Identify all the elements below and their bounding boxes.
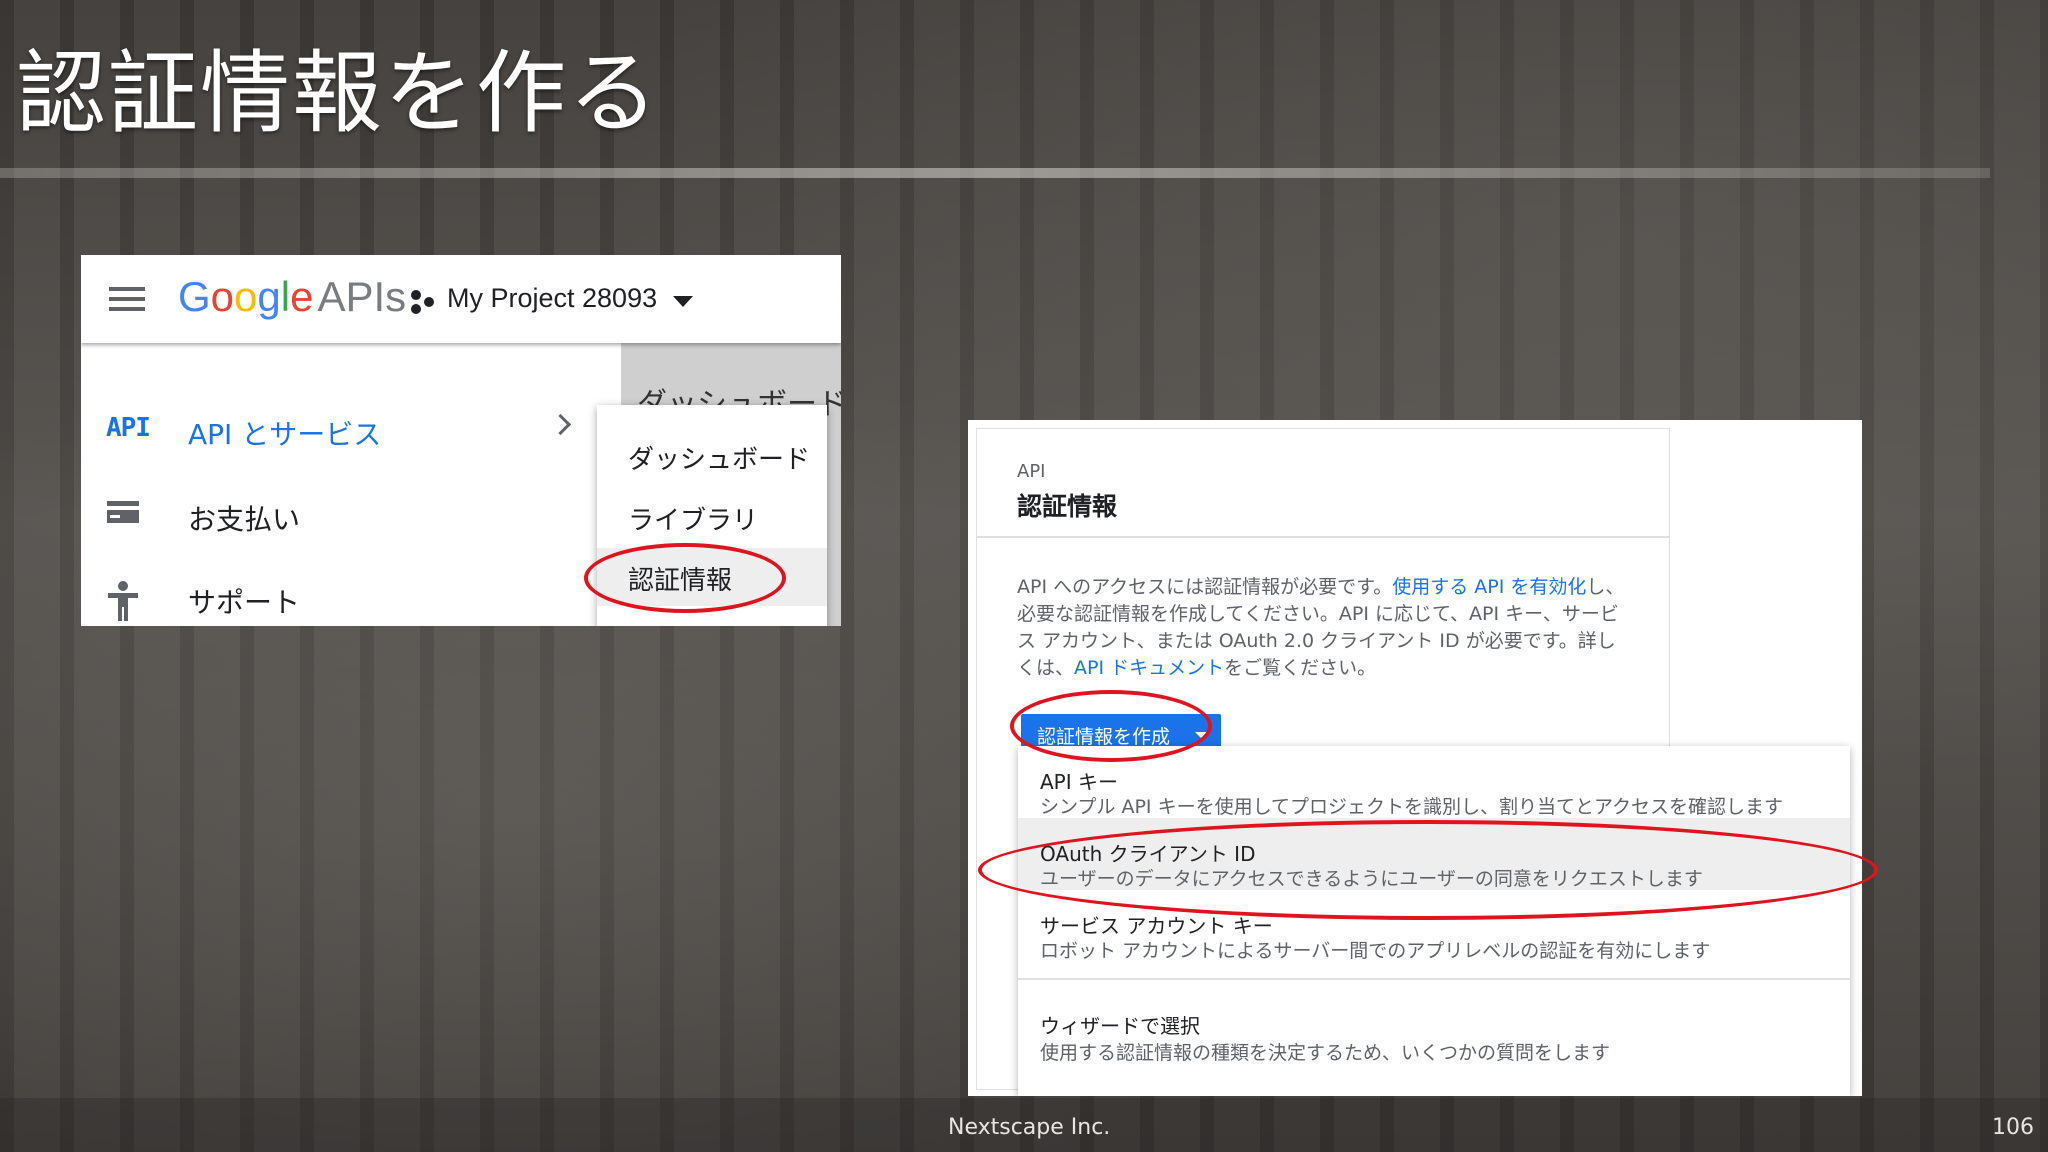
caret-down-icon <box>1195 732 1207 738</box>
apis-wordmark: APIs <box>317 273 407 320</box>
enable-api-link[interactable]: 使用する API を有効化 <box>1392 576 1586 598</box>
menu-item-service-account-key[interactable]: サービス アカウント キー ロボット アカウントによるサーバー間でのアプリレベル… <box>1018 890 1850 978</box>
submenu-item-dashboard[interactable]: ダッシュボード <box>597 427 827 485</box>
menu-item-title: API キー <box>1040 770 1118 794</box>
menu-item-title: OAuth クライアント ID <box>1040 842 1256 866</box>
console-header: GoogleAPIs My Project 28093 <box>81 255 841 343</box>
project-selector[interactable]: My Project 28093 <box>447 283 657 314</box>
api-docs-link[interactable]: API ドキュメント <box>1074 657 1224 679</box>
submenu-item-label: ライブラリ <box>628 506 759 536</box>
slide-title: 認証情報を作る <box>16 41 660 146</box>
submenu-item-label: ダッシュボード <box>628 445 811 475</box>
caret-down-icon[interactable] <box>673 296 693 307</box>
create-credentials-menu: API キー シンプル API キーを使用してプロジェクトを識別し、割り当てとア… <box>1018 746 1850 1096</box>
credentials-page-screenshot: API 認証情報 API へのアクセスには認証情報が必要です。使用する API … <box>968 420 1862 1096</box>
nav-item-support[interactable]: サポート <box>81 563 621 626</box>
menu-item-api-key[interactable]: API キー シンプル API キーを使用してプロジェクトを識別し、割り当てとア… <box>1018 746 1850 818</box>
menu-item-wizard[interactable]: ウィザードで選択 使用する認証情報の種類を決定するため、いくつかの質問をします <box>1018 980 1850 1090</box>
description-text: をご覧ください。 <box>1224 657 1377 679</box>
breadcrumb: API <box>1017 461 1046 482</box>
nav-item-label: API とサービス <box>188 418 382 451</box>
menu-item-oauth-client-id[interactable]: OAuth クライアント ID ユーザーのデータにアクセスできるようにユーザーの… <box>1018 818 1850 890</box>
api-icon: API <box>106 413 151 443</box>
credit-card-icon <box>107 501 139 523</box>
nav-item-api-services[interactable]: API API とサービス <box>81 395 621 465</box>
api-services-submenu: ダッシュボード ライブラリ 認証情報 <box>597 405 827 626</box>
menu-item-desc: シンプル API キーを使用してプロジェクトを識別し、割り当てとアクセスを確認し… <box>1040 796 1784 818</box>
accessibility-person-icon <box>108 581 138 621</box>
menu-item-desc: ユーザーのデータにアクセスできるようにユーザーの同意をリクエストします <box>1040 868 1703 890</box>
button-label: 認証情報を作成 <box>1037 726 1171 748</box>
menu-item-title: ウィザードで選択 <box>1040 1014 1200 1038</box>
google-wordmark: Google <box>178 273 314 320</box>
project-icon <box>411 290 434 314</box>
credentials-description: API へのアクセスには認証情報が必要です。使用する API を有効化し、必要な… <box>1017 574 1627 682</box>
page-number: 106 <box>1992 1115 2034 1140</box>
menu-icon[interactable] <box>109 287 145 311</box>
nav-item-label: お支払い <box>188 503 301 536</box>
nav-item-label: サポート <box>188 586 301 619</box>
footer-company: Nextscape Inc. <box>948 1115 1111 1140</box>
submenu-item-credentials[interactable]: 認証情報 <box>597 548 827 606</box>
menu-item-title: サービス アカウント キー <box>1040 914 1273 938</box>
google-apis-logo[interactable]: GoogleAPIs <box>178 273 406 321</box>
card-header: API 認証情報 <box>977 429 1669 538</box>
chevron-right-icon <box>549 413 572 436</box>
nav-item-billing[interactable]: お支払い <box>81 480 621 550</box>
menu-item-desc: 使用する認証情報の種類を決定するため、いくつかの質問をします <box>1040 1042 1611 1064</box>
console-nav-screenshot: GoogleAPIs My Project 28093 ダッシュボード API … <box>81 255 841 626</box>
description-text: API へのアクセスには認証情報が必要です。 <box>1017 576 1393 598</box>
submenu-item-label: 認証情報 <box>628 566 733 596</box>
page-title: 認証情報 <box>1017 492 1118 521</box>
menu-item-desc: ロボット アカウントによるサーバー間でのアプリレベルの認証を有効にします <box>1040 940 1711 962</box>
title-divider <box>0 168 1990 178</box>
submenu-item-library[interactable]: ライブラリ <box>597 488 827 546</box>
